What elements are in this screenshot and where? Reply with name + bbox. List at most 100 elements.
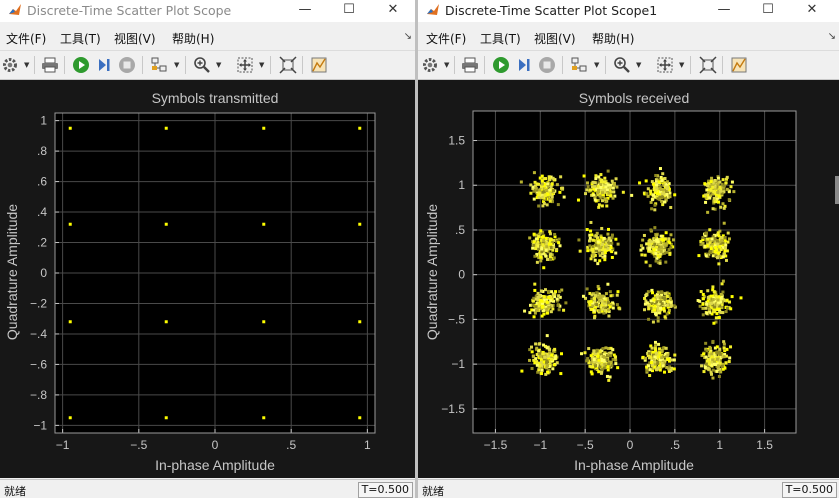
data-point (548, 188, 552, 192)
menu-view[interactable]: 视图(V) (114, 30, 156, 47)
y-tick-label: −.2 (30, 296, 47, 310)
data-point (657, 180, 661, 184)
data-point (538, 352, 542, 356)
data-point (711, 207, 715, 211)
data-point (661, 203, 665, 207)
settings-dropdown-icon[interactable]: ▼ (24, 61, 29, 69)
data-point (650, 363, 654, 367)
data-point (658, 296, 662, 300)
menu-help[interactable]: 帮助(H) (592, 30, 634, 47)
menu-tools[interactable]: 工具(T) (480, 30, 521, 47)
minimize-button[interactable]: — (702, 0, 746, 22)
fit-view-icon[interactable] (655, 55, 675, 75)
data-point (549, 310, 553, 314)
data-point (534, 305, 538, 309)
step-forward-icon[interactable] (514, 55, 534, 75)
fit-dropdown-icon[interactable]: ▼ (259, 61, 264, 69)
data-point (559, 352, 563, 356)
stop-icon[interactable] (537, 55, 557, 75)
run-icon[interactable] (71, 55, 91, 75)
data-point (643, 308, 647, 312)
measurements-icon[interactable] (729, 55, 749, 75)
toolbar-separator (690, 56, 691, 74)
data-point (712, 362, 716, 366)
title-bar[interactable]: Discrete-Time Scatter Plot Scope — ☐ ✕ (0, 0, 415, 22)
stop-icon[interactable] (117, 55, 137, 75)
close-button[interactable]: ✕ (371, 0, 415, 22)
close-button[interactable]: ✕ (790, 0, 834, 22)
data-point (663, 200, 667, 204)
data-point (669, 303, 673, 307)
run-icon[interactable] (491, 55, 511, 75)
status-text: 就绪 (422, 485, 444, 498)
data-point (723, 246, 727, 250)
data-point (262, 320, 266, 324)
scrollbar[interactable] (835, 176, 839, 204)
data-point (672, 367, 676, 371)
data-point (610, 179, 614, 183)
menu-help[interactable]: 帮助(H) (172, 30, 214, 47)
pin-icon[interactable]: ↘ (404, 31, 412, 42)
data-point (661, 195, 665, 199)
highlight-dropdown-icon[interactable]: ▼ (594, 61, 599, 69)
data-point (643, 356, 647, 360)
data-point (668, 251, 672, 255)
print-icon[interactable] (40, 55, 60, 75)
fit-dropdown-icon[interactable]: ▼ (679, 61, 684, 69)
highlight-icon[interactable] (569, 55, 589, 75)
menu-file[interactable]: 文件(F) (426, 30, 466, 47)
data-point (528, 311, 532, 315)
data-point (645, 192, 649, 196)
data-point (654, 312, 658, 316)
scale-axes-icon[interactable] (698, 55, 718, 75)
highlight-dropdown-icon[interactable]: ▼ (174, 61, 179, 69)
settings-dropdown-icon[interactable]: ▼ (444, 61, 449, 69)
data-point (68, 126, 72, 130)
data-point (643, 253, 647, 257)
zoom-in-icon[interactable] (612, 55, 632, 75)
plot-axes[interactable]: −1.5 −1 −.5 0.5 1 1.51.51.50−.5−1−1.5 (441, 110, 797, 452)
minimize-button[interactable]: — (283, 0, 327, 22)
gear-icon[interactable] (420, 55, 440, 75)
menu-tools[interactable]: 工具(T) (60, 30, 101, 47)
fit-view-icon[interactable] (235, 55, 255, 75)
data-point (546, 192, 550, 196)
data-point (600, 226, 604, 230)
data-point (545, 346, 549, 350)
pin-icon[interactable]: ↘ (828, 31, 836, 42)
menu-file[interactable]: 文件(F) (6, 30, 46, 47)
data-point (549, 258, 553, 262)
step-forward-icon[interactable] (94, 55, 114, 75)
data-point (650, 207, 654, 211)
title-bar[interactable]: Discrete-Time Scatter Plot Scope1 — ☐ ✕ (418, 0, 839, 22)
toolbar-separator (34, 56, 35, 74)
x-tick-label: −1 (56, 438, 70, 452)
menu-view[interactable]: 视图(V) (534, 30, 576, 47)
data-point (555, 361, 559, 365)
y-tick-label: −.4 (30, 327, 47, 341)
data-point (711, 254, 715, 258)
highlight-icon[interactable] (149, 55, 169, 75)
print-icon[interactable] (460, 55, 480, 75)
measurements-icon[interactable] (309, 55, 329, 75)
plot-axes[interactable]: −1 −.5 0 .5 1 1 .8 .6 .4 .2 0 −.2 −.4 −.6 −.8 −1 (30, 112, 376, 452)
data-point (713, 305, 717, 309)
maximize-button[interactable]: ☐ (327, 0, 371, 22)
zoom-in-icon[interactable] (192, 55, 212, 75)
data-point (614, 358, 618, 362)
maximize-button[interactable]: ☐ (746, 0, 790, 22)
data-point (615, 293, 619, 297)
data-point (714, 316, 718, 320)
data-point (647, 317, 651, 321)
data-point (532, 315, 536, 319)
data-point (653, 226, 657, 230)
zoom-dropdown-icon[interactable]: ▼ (636, 61, 641, 69)
gear-icon[interactable] (0, 55, 20, 75)
scale-axes-icon[interactable] (278, 55, 298, 75)
data-point (545, 366, 549, 370)
data-point (609, 294, 613, 298)
data-point (557, 294, 561, 298)
data-point (537, 191, 541, 195)
matlab-logo-icon (9, 4, 21, 15)
zoom-dropdown-icon[interactable]: ▼ (216, 61, 221, 69)
